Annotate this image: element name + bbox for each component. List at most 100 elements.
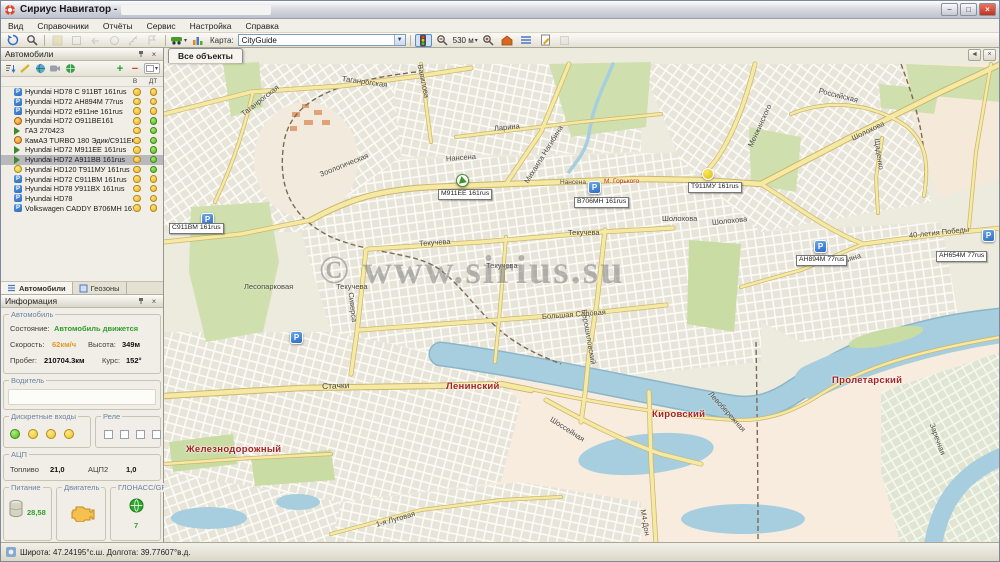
map-marker-idle[interactable] xyxy=(702,168,714,180)
map-area[interactable]: © www.sirius.su ТаганрогскаяТаганрогская… xyxy=(164,48,999,542)
district-label: Железнодорожный xyxy=(186,444,281,455)
vehicle-row[interactable]: PHyundai HD78 С 911ВТ 161rus xyxy=(1,87,163,97)
vehicle-label: Hyundai HD78 С 911ВТ 161rus xyxy=(25,87,133,96)
vehicle-row[interactable]: PHyundai HD72 С911ВМ 161rus xyxy=(1,174,163,184)
district-label: Кировский xyxy=(652,409,705,420)
menu-item[interactable]: Настройка xyxy=(183,21,239,31)
home-button[interactable] xyxy=(499,34,516,47)
search-icon[interactable] xyxy=(23,34,40,47)
map-select[interactable]: CityGuide ▼ xyxy=(238,34,406,46)
discrete-inputs-group: Дискретные входы xyxy=(3,416,91,448)
list-button[interactable] xyxy=(518,34,535,47)
info-panel-title: Информация xyxy=(5,296,133,306)
add-vehicle-button[interactable]: + xyxy=(114,63,126,75)
vehicle-state-group: Автомобиль Состояние: Автомобиль движетс… xyxy=(3,314,161,374)
street-label: Стачки xyxy=(322,380,350,391)
vehicle-columns-header: В ДТ xyxy=(1,77,163,87)
state-value: Автомобиль движется xyxy=(54,324,138,333)
chevron-down-icon[interactable]: ▼ xyxy=(394,35,405,45)
street-label: Шоссейная xyxy=(549,415,587,444)
menu-bar: ВидСправочникиОтчётыСервисНастройкаСправ… xyxy=(1,19,999,33)
vehicle-row[interactable]: Hyundai HD72 О911ВЕ161 xyxy=(1,116,163,126)
relay-checkbox[interactable] xyxy=(104,430,113,439)
vehicle-row[interactable]: PHyundai HD78 У911ВХ 161rus xyxy=(1,184,163,194)
pin-icon[interactable] xyxy=(136,49,146,59)
web-icon[interactable] xyxy=(64,63,76,75)
map-tab-label: Все объекты xyxy=(178,51,233,61)
track-icon[interactable] xyxy=(19,63,31,75)
relay-checkbox[interactable] xyxy=(152,430,161,439)
street-label: 1-я Луговая xyxy=(375,509,416,529)
street-label: Менжинского xyxy=(746,103,774,149)
vehicle-row[interactable]: КамАЗ TURBO 180 Эдик/С911ЕС 61rus xyxy=(1,135,163,145)
menu-item[interactable]: Справочники xyxy=(30,21,96,31)
minimize-button[interactable]: − xyxy=(941,3,958,16)
tab-vehicles[interactable]: Автомобили xyxy=(1,282,73,294)
menu-item[interactable]: Справка xyxy=(239,21,286,31)
globe-icon[interactable] xyxy=(34,63,46,75)
relay-group: Реле xyxy=(95,416,161,448)
restore-button[interactable]: □ xyxy=(960,3,977,16)
map-tab-all-objects[interactable]: Все объекты xyxy=(168,48,243,63)
sort-icon[interactable] xyxy=(4,63,16,75)
street-label: Ларина xyxy=(494,121,521,133)
filter-dropdown[interactable]: ▾ xyxy=(144,63,160,74)
vehicle-label: Hyundai HD72 А911ВВ 161rus xyxy=(25,155,133,164)
tab-scroll-icon[interactable]: ◄ xyxy=(968,49,981,61)
chart-button[interactable] xyxy=(189,34,206,47)
vehicle-row[interactable]: PHyundai HD78 xyxy=(1,194,163,204)
vehicle-row[interactable]: Hyundai HD120 Т911МУ 161rus xyxy=(1,165,163,175)
close-panel-icon[interactable]: × xyxy=(149,49,159,59)
remove-vehicle-button[interactable]: − xyxy=(129,63,141,75)
edit-document-button[interactable] xyxy=(537,34,554,47)
parking-icon: P xyxy=(14,175,22,183)
ignition-status-dot xyxy=(133,98,141,106)
fuel-label: Топливо xyxy=(10,465,39,474)
zoom-level-select[interactable]: 530 м▾ xyxy=(453,36,478,45)
map-marker-moving[interactable] xyxy=(456,174,469,187)
menu-item[interactable]: Сервис xyxy=(140,21,183,31)
mileage-label: Пробег: xyxy=(10,356,37,365)
close-button[interactable]: × xyxy=(979,3,996,16)
speed-label: Скорость: xyxy=(10,340,44,349)
ignition-status-dot xyxy=(133,146,141,154)
zoom-out-button[interactable] xyxy=(434,34,451,47)
power-value: 28,58 xyxy=(27,508,46,517)
geozone-icon xyxy=(79,284,88,293)
tab-geozones[interactable]: Геозоны xyxy=(73,282,127,294)
vehicle-label: Hyundai HD72 М911ЕЕ 161rus xyxy=(25,145,133,154)
refresh-button[interactable] xyxy=(4,34,21,47)
vehicle-row[interactable]: ГАЗ 270423 xyxy=(1,126,163,136)
flag-icon xyxy=(144,34,161,47)
street-label: Текучева xyxy=(568,228,600,237)
menu-item[interactable]: Отчёты xyxy=(96,21,140,31)
relay-checkbox[interactable] xyxy=(120,430,129,439)
satellites-count: 7 xyxy=(134,521,138,530)
close-panel-icon[interactable]: × xyxy=(149,296,159,306)
vehicle-row[interactable]: PHyundai HD72 АН894М 77rus xyxy=(1,97,163,107)
vehicle-menu-button[interactable]: ▾ xyxy=(170,34,187,47)
stop-icon xyxy=(14,136,22,144)
pin-icon[interactable] xyxy=(136,296,146,306)
vehicle-row[interactable]: PHyundai HD72 е911не 161rus xyxy=(1,106,163,116)
map-marker-parking[interactable]: P xyxy=(290,331,303,344)
map-marker-parking[interactable]: P xyxy=(982,229,995,242)
parking-icon: P xyxy=(14,204,22,212)
tab-close-icon[interactable]: × xyxy=(983,49,996,61)
camera-icon[interactable] xyxy=(49,63,61,75)
title-bar: Сириус Навигатор - − □ × xyxy=(1,1,999,19)
zoom-in-button[interactable] xyxy=(480,34,497,47)
redacted-title-text xyxy=(121,5,271,15)
traffic-light-toggle[interactable] xyxy=(415,34,432,47)
parking-icon: P xyxy=(14,107,22,115)
menu-item[interactable]: Вид xyxy=(1,21,30,31)
street-label: Левобережная xyxy=(707,389,748,433)
district-label: Пролетарский xyxy=(832,375,902,386)
relay-checkbox[interactable] xyxy=(136,430,145,439)
vehicle-row[interactable]: Hyundai HD72 А911ВВ 161rus xyxy=(1,155,163,165)
vehicle-label: Hyundai HD72 О911ВЕ161 xyxy=(25,116,133,125)
vehicle-row[interactable]: Hyundai HD72 М911ЕЕ 161rus xyxy=(1,145,163,155)
vehicle-row[interactable]: PVolkswagen CADDY В706МН 161rus xyxy=(1,203,163,213)
map-marker-parking[interactable]: P xyxy=(814,240,827,253)
map-marker-parking[interactable]: P xyxy=(588,181,601,194)
